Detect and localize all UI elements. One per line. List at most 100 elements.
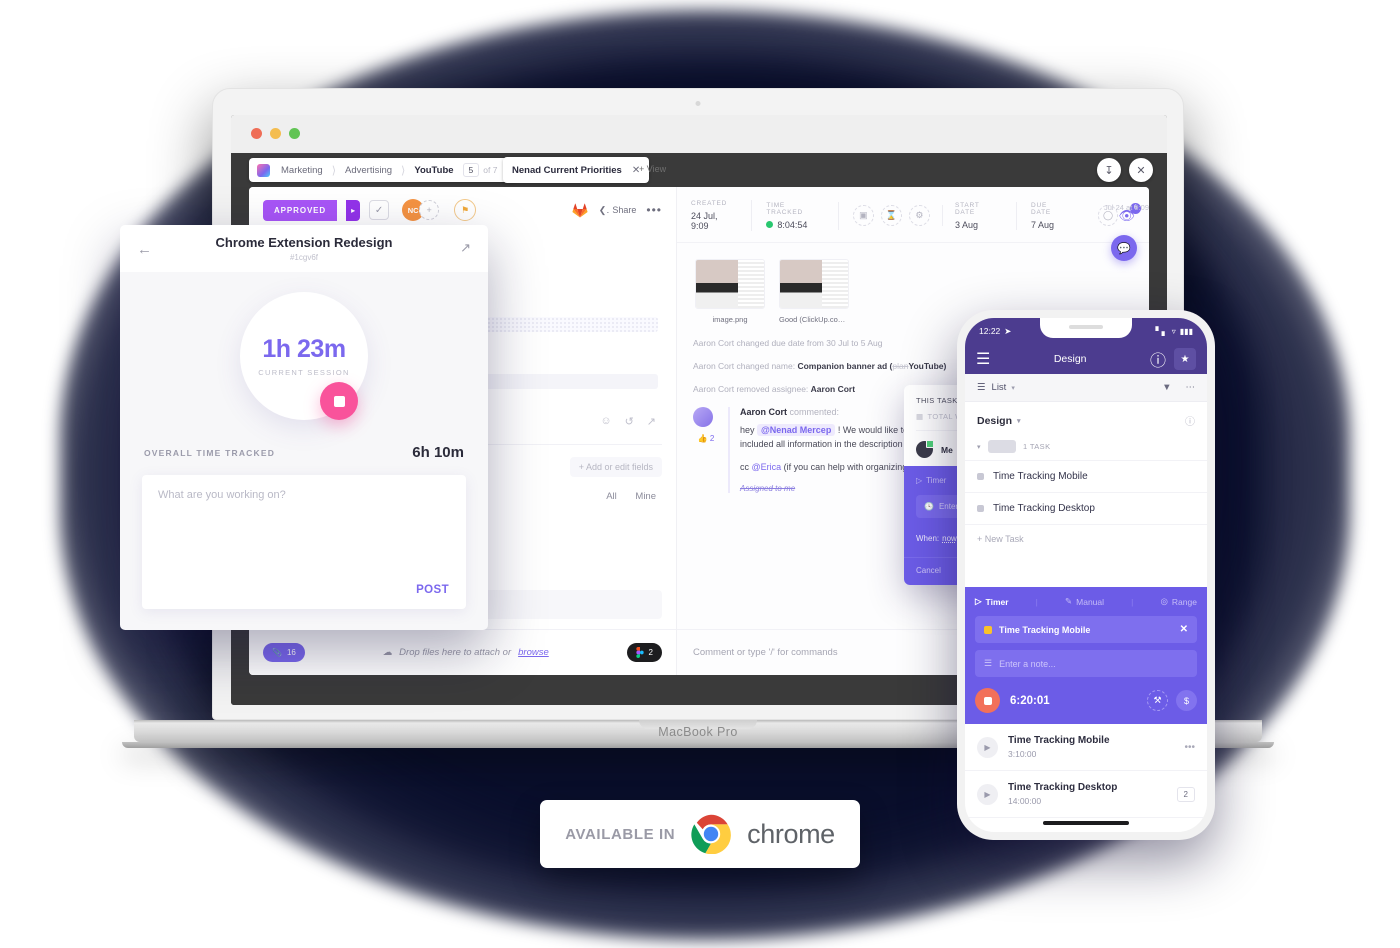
billable-icon[interactable]: $ [1176,690,1197,711]
play-icon[interactable]: ▶ [977,736,998,758]
more-options-icon[interactable]: ••• [1184,742,1195,753]
breadcrumb[interactable]: Marketing ⟩ Advertising ⟩ YouTube 5 of 7… [249,158,519,182]
minimize-icon[interactable]: ↧ [1097,158,1121,182]
mention-nenad[interactable]: @Nenad Mercep [757,424,836,436]
comment-meta: 👍 2 [693,407,719,493]
meta-due-date[interactable]: DUE DATE 7 Aug [1031,202,1084,230]
favorite-star-icon[interactable]: ★ [1173,348,1196,370]
status-dropdown-icon[interactable]: ▸ [346,199,361,221]
list-header: Design ▾ ⓘ [965,402,1207,436]
chevron-down-icon[interactable]: ▾ [1011,384,1015,392]
figma-integration-pill[interactable]: 2 [626,643,662,662]
close-icon[interactable]: ✕ [1180,624,1188,635]
settings-gear-icon[interactable]: ⚙ [908,205,930,226]
window-traffic-lights[interactable] [251,128,300,139]
emoji-icon[interactable]: ☺ [600,415,611,428]
hourglass-icon[interactable]: ⌛ [880,205,902,226]
due-date-value: 7 Aug [1030,219,1054,230]
stop-timer-button[interactable] [975,688,1000,713]
priority-flag-icon[interactable]: ⚑ [454,199,477,221]
attachment-image-side [821,260,848,308]
more-options-icon[interactable]: ⋯ [1186,382,1196,393]
tab-nenad-current-priorities[interactable]: Nenad Current Priorities ✕ [503,157,650,183]
list-item[interactable]: ▶ Time Tracking Desktop 14:00:00 2 [965,771,1207,818]
task-meta-bar: CREATED 24 Jul, 9:09 TIME TRACKED 8:04:5… [677,187,1149,243]
breadcrumb-item-advertising[interactable]: Advertising [336,165,401,176]
breadcrumb-item-marketing[interactable]: Marketing [272,165,332,176]
note-placeholder: Enter a note... [999,658,1056,669]
chat-button[interactable]: 💬 [1111,235,1137,261]
available-in-chrome-badge[interactable]: AVAILABLE IN chrome [540,800,860,868]
tab-range[interactable]: ◎Range [1161,596,1197,607]
cloud-upload-icon: ☁ [382,647,393,658]
tag-icon[interactable]: ⚒ [1147,690,1168,711]
maximize-window-icon[interactable] [289,128,300,139]
add-or-edit-fields-button[interactable]: + Add or edit fields [569,457,662,477]
timer-note-field[interactable]: ☰ Enter a note... [975,650,1197,677]
list-item[interactable]: Time Tracking Mobile [965,460,1207,492]
start-date-value: 3 Aug [954,219,978,230]
attachment-count-pill[interactable]: 📎 16 [263,643,305,662]
list-name[interactable]: Design [977,415,1012,427]
task-status-dot-icon [984,625,992,634]
mobile-timer-panel: ▷ Timer | ✎ Manual | ◎ Range Time Tracking … [965,587,1207,724]
estimate-icon[interactable]: ▣ [852,205,874,226]
add-assignee-icon[interactable]: + [419,200,440,220]
attachment-image [780,260,822,308]
more-options-icon[interactable]: ••• [646,203,662,217]
collapse-icon[interactable]: ▾ [977,443,981,451]
close-icon[interactable]: ✕ [1129,158,1153,182]
assignees[interactable]: NC + [402,199,440,221]
share-button[interactable]: ❮․ Share [599,205,637,216]
tab-manual-label: Manual [1076,596,1105,607]
avatar[interactable] [693,407,713,427]
current-session-time: 1h 23m [262,335,346,363]
view-label[interactable]: List [992,382,1007,393]
play-icon[interactable]: ▶ [977,783,998,805]
list-view-icon: ☰ [977,382,986,393]
hamburger-menu-icon[interactable]: ☰ [976,349,990,369]
meta-time-tracked[interactable]: TIME TRACKED 8:04:54 [766,201,839,230]
like-count[interactable]: 👍 2 [693,434,719,443]
tab-timer[interactable]: ▷ Timer [975,596,1009,607]
filter-mine[interactable]: Mine [635,491,656,502]
browse-link[interactable]: browse [518,647,549,658]
list-item[interactable]: Time Tracking Desktop [965,492,1207,524]
chevron-down-icon[interactable]: ▾ [1017,417,1021,425]
open-external-icon[interactable]: ↗ [460,240,471,256]
history-icon[interactable]: ↺ [625,415,634,428]
tab-manual[interactable]: ✎Manual [1065,596,1104,607]
meta-start-date[interactable]: START DATE 3 Aug [954,201,1017,230]
wifi-icon: ▿ [1171,326,1176,336]
mention-erica[interactable]: @Erica [752,462,782,472]
back-arrow-icon[interactable]: ← [137,241,152,258]
activity-name-tail: YouTube) [908,361,947,371]
drop-files-hint[interactable]: ☁ Drop files here to attach or browse [383,647,549,658]
close-window-icon[interactable] [251,128,262,139]
expand-icon[interactable]: ↗ [647,415,656,428]
avatar [916,440,934,458]
status-badge[interactable]: APPROVED [263,199,338,221]
cancel-button[interactable]: Cancel [916,566,941,575]
filter-icon[interactable]: ▼ [1162,382,1171,393]
info-icon[interactable]: ⓘ [1150,347,1166,371]
add-view-button[interactable]: + View [639,164,666,174]
attachment-item[interactable]: image.png [695,259,765,324]
task-toolbar: APPROVED ▸ ✓ NC + ⚑ ❮․ Share ••• [249,187,676,221]
timer-task-field[interactable]: Time Tracking Mobile ✕ [975,616,1197,643]
attachment-item[interactable]: Good (ClickUp.com... [779,259,849,324]
stop-timer-button[interactable] [320,382,358,420]
minimize-window-icon[interactable] [270,128,281,139]
list-item[interactable]: ▶ Time Tracking Mobile 3:10:00 ••• [965,724,1207,771]
filter-all[interactable]: All [606,491,617,502]
post-button[interactable]: POST [416,584,449,596]
created-label: CREATED [691,200,728,207]
figma-logo-icon [635,647,644,658]
complete-task-checkbox[interactable]: ✓ [369,200,390,220]
when-value[interactable]: now [942,534,957,543]
breadcrumb-item-youtube[interactable]: YouTube [405,165,462,176]
tab-timer[interactable]: ▷ Timer [916,476,946,485]
info-icon[interactable]: ⓘ [1185,413,1195,428]
note-input-card[interactable]: What are you working on? POST [142,475,466,609]
new-task-button[interactable]: + New Task [965,524,1207,553]
